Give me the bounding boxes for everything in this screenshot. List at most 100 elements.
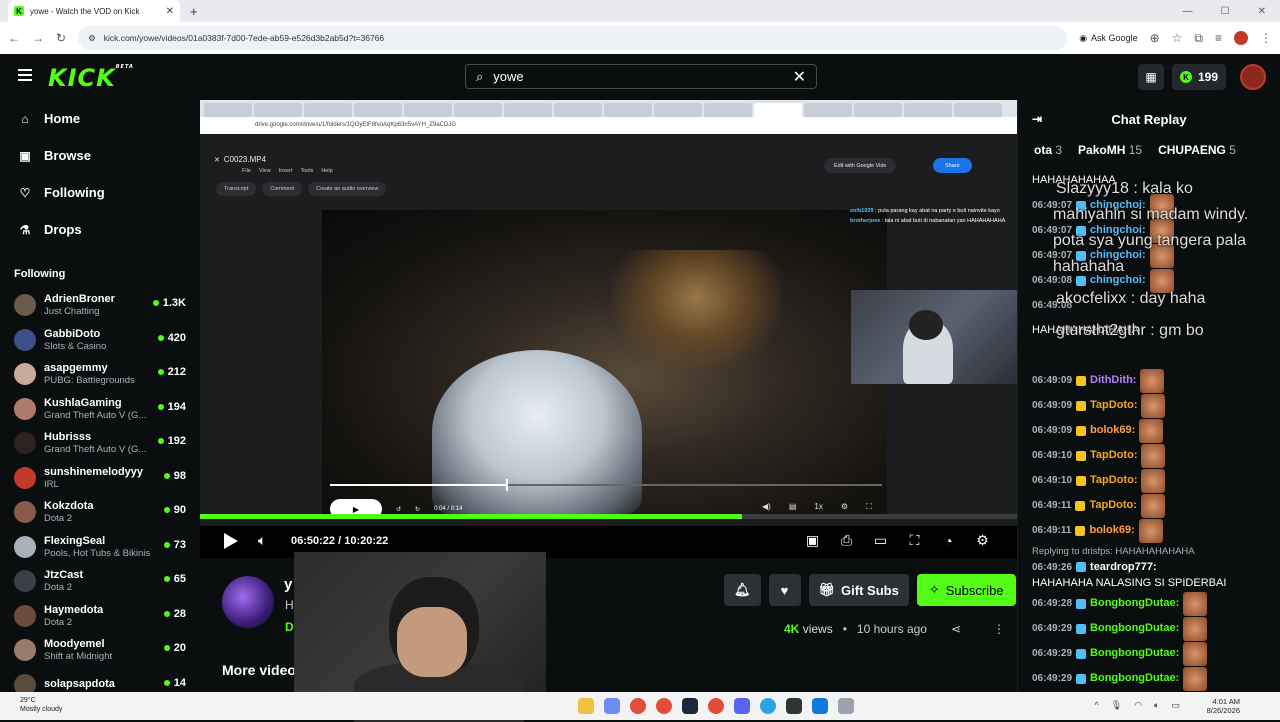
speed-icon[interactable]: ◔ bbox=[940, 532, 957, 549]
chrome-icon[interactable] bbox=[630, 698, 646, 714]
bookmark-star-icon[interactable]: ☆ bbox=[1172, 31, 1183, 45]
video-progress-bar[interactable] bbox=[200, 514, 1017, 519]
profile-icon[interactable] bbox=[1234, 31, 1248, 45]
kick-logo[interactable]: KICKBETA bbox=[48, 64, 134, 92]
message-user[interactable]: TapDoto: bbox=[1090, 468, 1137, 493]
weather-widget[interactable]: 29°C Mostly cloudy bbox=[20, 696, 62, 714]
channel-item[interactable]: sunshinemelodyyy IRL 98 bbox=[0, 461, 200, 496]
search-bar[interactable]: ⌕ ✕ bbox=[465, 64, 817, 89]
address-bar[interactable]: ⚙ kick.com/yowe/videos/01a0383f-7d00-7ed… bbox=[78, 26, 1068, 50]
message-user[interactable]: BongbongDutae: bbox=[1090, 591, 1179, 616]
message-user[interactable]: TapDoto: bbox=[1089, 493, 1136, 518]
copilot-icon[interactable] bbox=[604, 698, 620, 714]
channel-item[interactable]: JtzCast Dota 2 65 bbox=[0, 564, 200, 599]
captured-address-bar: drive.google.com/drive/u/1/folders/1QGyE… bbox=[200, 117, 1017, 134]
message-user[interactable]: BongbongDutae: bbox=[1090, 616, 1179, 641]
share-icon[interactable]: ⋖ bbox=[951, 622, 961, 636]
theater-mode-icon[interactable]: ▭ bbox=[872, 532, 889, 549]
channel-text: Haymedota Dota 2 bbox=[44, 604, 103, 628]
cast-icon[interactable]: ⎙ bbox=[838, 532, 855, 549]
fullscreen-icon[interactable]: ⛶ bbox=[906, 532, 923, 549]
channel-item[interactable]: Haymedota Dota 2 28 bbox=[0, 599, 200, 634]
tab-search-icon[interactable]: ≡ bbox=[1215, 31, 1222, 45]
notifications-button[interactable]: 🔔︎ bbox=[724, 574, 761, 606]
wifi-icon[interactable]: ◠ bbox=[1134, 700, 1142, 711]
mic-icon[interactable]: 🎙︎ bbox=[1111, 700, 1122, 711]
close-tab-icon[interactable]: ✕ bbox=[166, 6, 174, 17]
close-window-icon[interactable]: ✕ bbox=[1258, 6, 1266, 17]
ask-google-button[interactable]: ◉ Ask Google bbox=[1079, 33, 1137, 44]
sidebar-item-following[interactable]: ♡ Following bbox=[0, 174, 200, 211]
discord-icon[interactable] bbox=[734, 698, 750, 714]
monitor-app-icon[interactable] bbox=[812, 698, 828, 714]
collapse-chat-icon[interactable]: ⇥ bbox=[1032, 112, 1042, 126]
play-icon[interactable] bbox=[224, 533, 238, 549]
channel-item[interactable]: Hubrisss Grand Theft Auto V (G... 192 bbox=[0, 426, 200, 461]
chrome-profile-icon[interactable] bbox=[656, 698, 672, 714]
message-user[interactable]: BongbongDutae: bbox=[1090, 666, 1179, 691]
back-icon[interactable]: ← bbox=[8, 31, 20, 45]
network-app-icon[interactable] bbox=[838, 698, 854, 714]
browser-tab[interactable]: K yowe - Watch the VOD on Kick ✕ bbox=[8, 0, 180, 22]
subscribe-button[interactable]: ✧ Subscribe bbox=[916, 574, 1016, 606]
chrome-alt-icon[interactable] bbox=[708, 698, 724, 714]
channel-name: asapgemmy bbox=[44, 362, 108, 375]
sidebar-item-drops[interactable]: ⚗ Drops bbox=[0, 211, 200, 248]
follow-button[interactable]: ♥ bbox=[768, 574, 801, 606]
kicks-balance-button[interactable]: K 199 bbox=[1172, 64, 1227, 90]
speaker-icon[interactable]: 🔈︎ bbox=[1154, 700, 1159, 711]
category-fragment[interactable]: D bbox=[285, 620, 294, 634]
channel-item[interactable]: GabbiDoto Slots & Casino 420 bbox=[0, 323, 200, 358]
channel-item[interactable]: KushlaGaming Grand Theft Auto V (G... 194 bbox=[0, 392, 200, 427]
channel-item[interactable]: Moodyemel Shift at Midnight 20 bbox=[0, 633, 200, 668]
bar-lights bbox=[612, 250, 782, 370]
video-player[interactable]: drive.google.com/drive/u/1/folders/1QGyE… bbox=[200, 100, 1017, 558]
obs-icon[interactable] bbox=[786, 698, 802, 714]
sidebar-item-browse[interactable]: ▣ Browse bbox=[0, 137, 200, 174]
clip-icon[interactable]: ▣ bbox=[804, 532, 821, 549]
steam-icon[interactable] bbox=[682, 698, 698, 714]
inner-player-right-controls: ◀) ▤ 1x ⚙ ⛶ bbox=[762, 502, 872, 512]
layout-toggle-button[interactable]: ▦ bbox=[1138, 64, 1164, 90]
streamer-avatar[interactable] bbox=[222, 576, 274, 628]
new-tab-icon[interactable]: + bbox=[190, 4, 198, 19]
reload-icon[interactable]: ↻ bbox=[56, 31, 66, 45]
channel-item[interactable]: Kokzdota Dota 2 90 bbox=[0, 495, 200, 530]
hamburger-menu-icon[interactable] bbox=[18, 69, 32, 81]
forward-icon[interactable]: → bbox=[32, 31, 44, 45]
message-user[interactable]: TapDoto: bbox=[1090, 443, 1137, 468]
clear-search-icon[interactable]: ✕ bbox=[793, 67, 806, 87]
browser-menu-icon[interactable]: ⋮ bbox=[1260, 31, 1272, 45]
settings-gear-icon[interactable]: ⚙ bbox=[974, 532, 991, 549]
message-user[interactable]: BongbongDutae: bbox=[1090, 641, 1179, 666]
minimize-icon[interactable]: — bbox=[1183, 6, 1193, 17]
gift-subs-button[interactable]: 🎁︎ Gift Subs bbox=[808, 574, 909, 606]
chat-overlay-line: akocfelixx : day haha bbox=[1056, 290, 1206, 307]
zoom-icon[interactable]: ⊕ bbox=[1150, 31, 1160, 45]
telegram-icon[interactable] bbox=[760, 698, 776, 714]
battery-icon[interactable]: ▭ bbox=[1171, 700, 1180, 711]
message-user[interactable]: TapDoto: bbox=[1090, 393, 1137, 418]
streamer-name[interactable]: y bbox=[284, 576, 292, 593]
extensions-icon[interactable]: ⧉ bbox=[1194, 31, 1203, 46]
search-input[interactable] bbox=[493, 69, 783, 84]
sidebar-item-home[interactable]: ⌂ Home bbox=[0, 100, 200, 137]
clock[interactable]: 4:01 AM 8/26/2026 bbox=[1207, 697, 1240, 715]
captured-tab bbox=[954, 103, 1002, 117]
message-user[interactable]: DithDith: bbox=[1090, 368, 1136, 393]
channel-item[interactable]: FlexingSeal Pools, Hot Tubs & Bikinis 73 bbox=[0, 530, 200, 565]
site-info-icon[interactable]: ⚙ bbox=[88, 33, 96, 44]
maximize-icon[interactable]: ☐ bbox=[1221, 6, 1230, 17]
channel-item[interactable]: asapgemmy PUBG: Battlegrounds 212 bbox=[0, 357, 200, 392]
drive-menu-item: Tools bbox=[300, 168, 314, 174]
tray-chevron-icon[interactable]: ^ bbox=[1095, 700, 1099, 711]
volume-icon[interactable]: 🔈︎ bbox=[258, 532, 266, 549]
channel-category: PUBG: Battlegrounds bbox=[44, 375, 135, 387]
message-user[interactable]: bolok69: bbox=[1090, 418, 1135, 443]
file-explorer-icon[interactable] bbox=[578, 698, 594, 714]
channel-category: Slots & Casino bbox=[44, 340, 107, 352]
channel-category: Shift at Midnight bbox=[44, 651, 113, 663]
user-avatar[interactable] bbox=[1240, 64, 1267, 90]
more-options-icon[interactable]: ⋮ bbox=[993, 622, 1005, 636]
channel-item[interactable]: AdrienBroner Just Chatting 1.3K bbox=[0, 288, 200, 323]
